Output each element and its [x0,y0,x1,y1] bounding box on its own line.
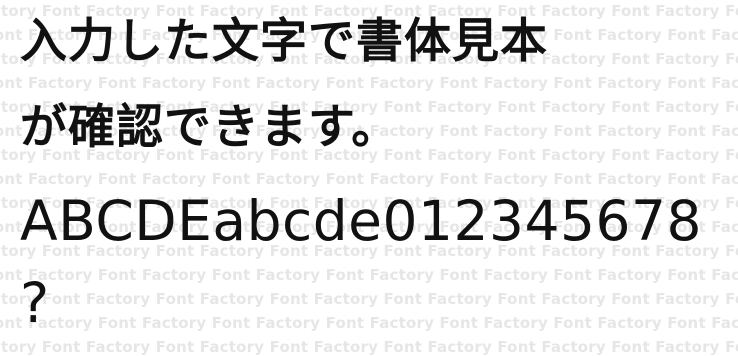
sample-line-3: ABCDEabcde012345678 [20,189,702,253]
sample-line-1: 入力した文字で書体見本 [20,14,548,69]
watermark-row: Font Factory Font Factory Font Factory F… [0,338,738,356]
font-sample-canvas: Font Factory Font Factory Font Factory F… [0,0,738,356]
sample-line-2: が確認できます。 [20,100,400,155]
sample-line-4: ? [20,271,50,335]
watermark-row: Font Factory Font Factory Font Factory F… [0,74,738,92]
